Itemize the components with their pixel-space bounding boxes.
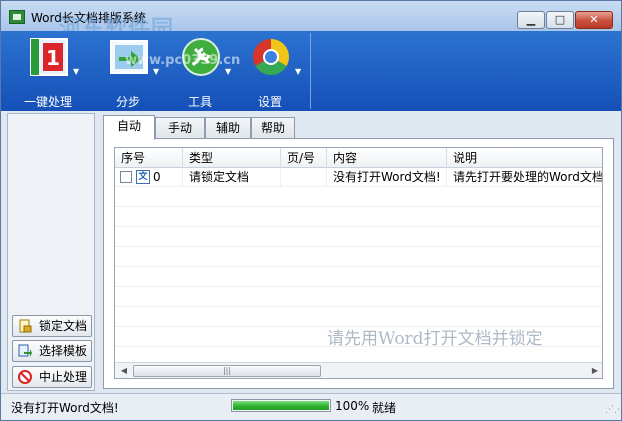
step-button[interactable]: ▼ 分步 — [93, 35, 163, 109]
empty-row — [115, 188, 602, 207]
task-grid[interactable]: 序号 类型 页/号 内容 说明 文 0 请锁定文档 没有打开Word文档! 请先… — [114, 147, 603, 379]
stop-process-button[interactable]: 中止处理 — [12, 366, 92, 388]
one-click-icon: 1 — [30, 38, 68, 76]
status-message: 没有打开Word文档! — [11, 401, 119, 415]
grid-header: 序号 类型 页/号 内容 说明 — [115, 148, 602, 168]
settings-button[interactable]: ▼ 设置 — [235, 35, 305, 109]
column-header-content[interactable]: 内容 — [327, 148, 447, 168]
tools-dropdown-icon[interactable]: ▼ — [225, 67, 231, 76]
stop-icon — [18, 370, 32, 384]
maximize-button[interactable]: □ — [546, 11, 574, 29]
left-panel: 锁定文档 选择模板 中止处理 — [7, 113, 95, 391]
one-click-dropdown-icon[interactable]: ▼ — [73, 67, 79, 76]
cell-note: 请先打开要处理的Word文档 — [447, 168, 602, 187]
one-click-label: 一键处理 — [23, 95, 72, 109]
select-template-button[interactable]: 选择模板 — [12, 340, 92, 362]
toolbar-group: 1 ▼ 一键处理 ▼ 分步 ▼ 工具 ▼ 设置 www.pc0359.cn — [7, 33, 311, 109]
tools-button[interactable]: ▼ 工具 — [165, 35, 235, 109]
cell-index: 文 0 — [115, 168, 183, 187]
status-state: 就绪 — [372, 401, 397, 415]
settings-dropdown-icon[interactable]: ▼ — [295, 67, 301, 76]
row-index: 0 — [153, 170, 161, 184]
empty-row — [115, 208, 602, 227]
cell-page — [281, 168, 327, 187]
toolbar: 1 ▼ 一键处理 ▼ 分步 ▼ 工具 ▼ 设置 www.pc0359.cn — [1, 31, 621, 111]
select-template-icon — [18, 344, 32, 357]
scrollbar-thumb[interactable]: ||| — [133, 365, 321, 377]
one-click-process-button[interactable]: 1 ▼ 一键处理 — [13, 35, 83, 109]
tab-assist[interactable]: 辅助 — [205, 117, 251, 139]
select-template-label: 选择模板 — [39, 344, 88, 358]
tab-help[interactable]: 帮助 — [251, 117, 295, 139]
title-bar: Word长文档排版系统 河东软件园 ▁ □ ✕ — [1, 1, 621, 42]
step-label: 分步 — [115, 95, 140, 109]
empty-row — [115, 228, 602, 247]
watermark-url: www.pc0359.cn — [125, 53, 241, 68]
empty-row — [115, 288, 602, 307]
row-checkbox[interactable] — [120, 171, 132, 183]
minimize-icon: ▁ — [526, 13, 536, 26]
table-row[interactable]: 文 0 请锁定文档 没有打开Word文档! 请先打开要处理的Word文档 — [115, 168, 602, 187]
close-button[interactable]: ✕ — [575, 11, 613, 29]
stop-process-label: 中止处理 — [39, 370, 88, 384]
main-content: 自动 手动 辅助 帮助 序号 类型 页/号 内容 说明 文 0 请锁定文档 没有… — [101, 113, 616, 391]
progress-percent: 100% — [335, 399, 370, 413]
close-icon: ✕ — [589, 13, 599, 26]
resize-grip-icon[interactable]: ⋰⋰ — [605, 405, 622, 415]
tab-manual[interactable]: 手动 — [155, 117, 205, 139]
lock-document-icon — [19, 319, 32, 333]
svg-text:1: 1 — [46, 46, 60, 70]
grid-hint-text: 请先用Word打开文档并锁定 — [327, 329, 543, 349]
status-bar: 没有打开Word文档! 100% 就绪 ⋰⋰ — [1, 393, 622, 420]
horizontal-scrollbar[interactable]: ◀ ||| ▶ — [115, 362, 602, 378]
column-header-note[interactable]: 说明 — [447, 148, 602, 168]
tools-label: 工具 — [187, 95, 212, 109]
column-header-type[interactable]: 类型 — [183, 148, 281, 168]
word-document-icon: 文 — [136, 170, 150, 184]
settings-icon — [253, 38, 290, 76]
cell-content: 没有打开Word文档! — [327, 168, 447, 187]
tab-auto[interactable]: 自动 — [103, 115, 155, 140]
scroll-left-icon[interactable]: ◀ — [117, 365, 131, 377]
cell-type: 请锁定文档 — [183, 168, 281, 187]
empty-row — [115, 248, 602, 267]
app-icon — [9, 10, 25, 24]
app-window: Word长文档排版系统 河东软件园 ▁ □ ✕ 1 ▼ 一键处理 ▼ 分步 ▼ … — [0, 0, 622, 421]
column-header-page[interactable]: 页/号 — [281, 148, 327, 168]
minimize-button[interactable]: ▁ — [517, 11, 545, 29]
lock-document-label: 锁定文档 — [39, 319, 88, 333]
empty-row — [115, 268, 602, 287]
progress-bar — [231, 399, 331, 412]
progress-fill — [233, 401, 329, 410]
maximize-icon: □ — [554, 13, 566, 26]
column-header-index[interactable]: 序号 — [115, 148, 183, 168]
lock-document-button[interactable]: 锁定文档 — [12, 315, 92, 337]
step-dropdown-icon[interactable]: ▼ — [153, 67, 159, 76]
settings-label: 设置 — [257, 95, 282, 109]
tab-panel-auto: 序号 类型 页/号 内容 说明 文 0 请锁定文档 没有打开Word文档! 请先… — [103, 138, 614, 389]
scroll-right-icon[interactable]: ▶ — [588, 365, 602, 377]
